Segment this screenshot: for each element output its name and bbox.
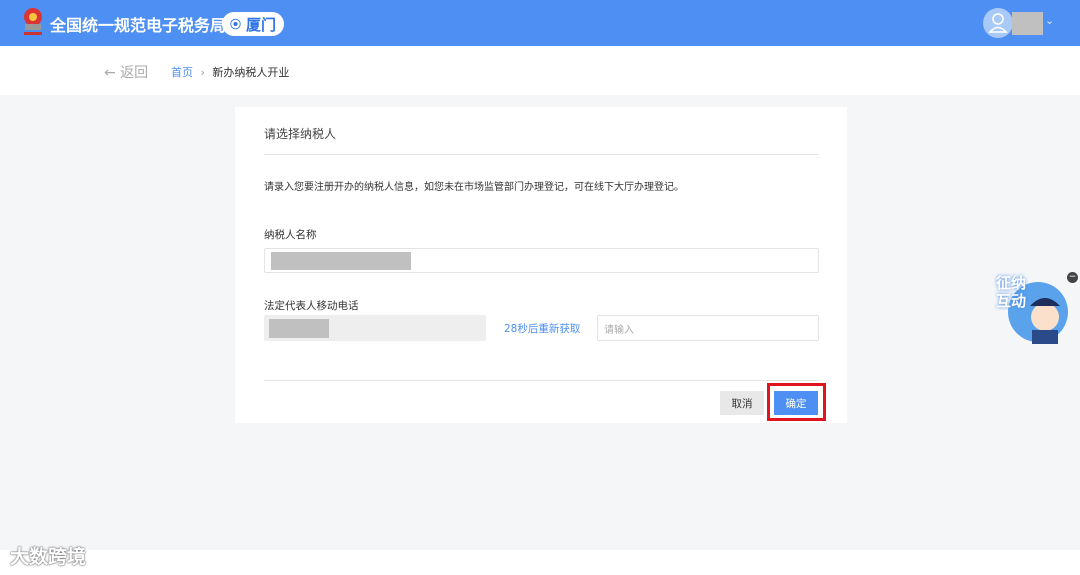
top-header: 全国统一规范电子税务局 ⦿ 厦门 ⌄ [0,0,1080,46]
location-pin-icon: ⦿ [230,18,241,31]
tax-emblem-logo [24,8,42,35]
card-title: 请选择纳税人 [264,127,337,141]
instruction-text: 请录入您要注册开办的纳税人信息，如您未在市场监管部门办理登记，可在线下大厅办理登… [264,182,684,193]
chevron-down-icon[interactable]: ⌄ [1045,14,1054,27]
breadcrumb-current: 新办纳税人开业 [212,66,290,79]
divider [264,380,819,381]
back-link[interactable]: ← 返回 [104,62,148,82]
minimize-icon[interactable]: − [1067,272,1078,283]
site-title: 全国统一规范电子税务局 [50,16,227,35]
divider [264,154,819,155]
code-placeholder: 请输入 [604,324,634,336]
taxpayer-name-label: 纳税人名称 [264,229,317,241]
user-name-redacted[interactable] [1012,12,1043,35]
city-name: 厦门 [246,15,277,34]
redacted-value [271,252,411,270]
phone-input [264,315,486,341]
city-selector[interactable]: ⦿ 厦门 [222,12,284,36]
user-avatar-icon[interactable] [983,8,1013,38]
verification-code-input[interactable]: 请输入 [597,315,819,341]
redacted-phone [269,319,329,338]
phone-label: 法定代表人移动电话 [264,300,359,312]
taxpayer-name-input[interactable] [264,248,819,273]
breadcrumb: 首页 › 新办纳税人开业 [171,64,289,80]
watermark: 大数跨境 [10,546,87,568]
breadcrumb-separator: › [200,66,205,79]
breadcrumb-home[interactable]: 首页 [171,66,193,79]
cancel-button[interactable]: 取消 [720,391,764,415]
taxpayer-form-card: 请选择纳税人 请录入您要注册开办的纳税人信息，如您未在市场监管部门办理登记，可在… [235,107,847,423]
resend-code-countdown[interactable]: 28秒后重新获取 [504,321,580,336]
interaction-assistant-widget[interactable]: 征纳互动 [990,272,1068,350]
breadcrumb-bar [0,46,1080,95]
widget-label: 征纳互动 [996,274,1027,310]
highlight-box [767,383,826,421]
